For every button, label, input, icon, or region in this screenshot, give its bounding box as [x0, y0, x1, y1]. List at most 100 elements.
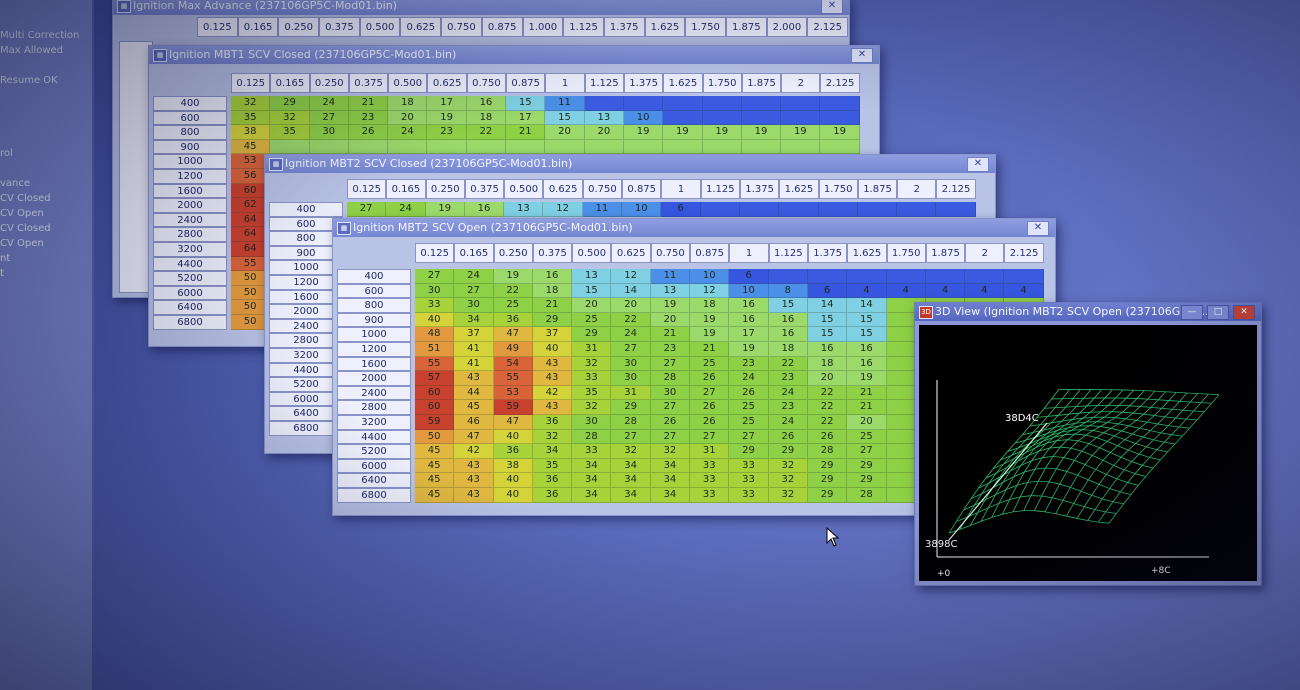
- table-cell[interactable]: 29: [807, 473, 848, 488]
- table-cell[interactable]: 23: [729, 356, 769, 372]
- table-cell[interactable]: 22: [807, 385, 848, 401]
- close-button[interactable]: ✕: [1027, 221, 1049, 236]
- table-cell[interactable]: 57: [415, 371, 455, 386]
- table-cell[interactable]: 6: [661, 202, 701, 217]
- table-cell[interactable]: 22: [807, 400, 848, 415]
- table-cell[interactable]: 47: [493, 327, 533, 342]
- table-cell[interactable]: 50: [415, 429, 455, 445]
- close-button[interactable]: ✕: [967, 157, 989, 172]
- tree-item[interactable]: CV Open: [0, 238, 44, 249]
- table-cell[interactable]: 27: [847, 444, 887, 459]
- tree-item[interactable]: CV Closed: [0, 193, 51, 204]
- table-cell[interactable]: 30: [309, 125, 349, 140]
- table-cell[interactable]: 40: [493, 473, 533, 488]
- table-cell[interactable]: 29: [729, 444, 769, 459]
- table-cell[interactable]: 42: [454, 444, 494, 459]
- table-cell[interactable]: 24: [768, 385, 808, 401]
- table-cell[interactable]: 30: [611, 371, 651, 386]
- table-cell[interactable]: 21: [348, 96, 389, 111]
- table-cell[interactable]: [818, 202, 858, 217]
- table-cell[interactable]: 26: [807, 429, 848, 445]
- table-cell[interactable]: 24: [611, 327, 651, 342]
- table-cell[interactable]: 17: [427, 96, 467, 111]
- table-cell[interactable]: [702, 139, 742, 155]
- table-cell[interactable]: 20: [611, 298, 651, 313]
- table-cell[interactable]: [741, 139, 782, 155]
- table-cell[interactable]: 49: [493, 341, 533, 357]
- table-cell[interactable]: 15: [768, 298, 808, 313]
- table-cell[interactable]: 12: [543, 202, 583, 217]
- table-cell[interactable]: 32: [650, 444, 691, 459]
- table-cell[interactable]: 16: [729, 312, 769, 328]
- table-cell[interactable]: [309, 139, 349, 155]
- table-cell[interactable]: 11: [545, 96, 585, 111]
- table-cell[interactable]: 4: [1004, 283, 1044, 299]
- table-cell[interactable]: 26: [729, 385, 769, 401]
- table-cell[interactable]: 15: [807, 312, 848, 328]
- table-cell[interactable]: 19: [741, 125, 782, 140]
- table-cell[interactable]: 13: [572, 269, 612, 284]
- table-cell[interactable]: 23: [348, 110, 389, 126]
- table-cell[interactable]: [427, 139, 467, 155]
- table-cell[interactable]: 21: [690, 341, 730, 357]
- table-cell[interactable]: 34: [572, 458, 612, 474]
- tree-item[interactable]: t: [0, 268, 4, 279]
- table-cell[interactable]: 34: [650, 458, 691, 474]
- table-cell[interactable]: 19: [781, 125, 821, 140]
- table-cell[interactable]: 19: [493, 269, 533, 284]
- table-cell[interactable]: [820, 110, 860, 126]
- table-cell[interactable]: 28: [807, 444, 848, 459]
- table-cell[interactable]: 46: [454, 414, 494, 430]
- tree-item[interactable]: CV Closed: [0, 223, 51, 234]
- table-cell[interactable]: 40: [532, 341, 573, 357]
- data-grid[interactable]: 27 24 19 16 13 12 11 10 6: [347, 202, 976, 217]
- table-cell[interactable]: 8: [768, 283, 808, 299]
- table-cell[interactable]: [820, 139, 860, 155]
- table-cell[interactable]: [897, 202, 937, 217]
- table-cell[interactable]: 32: [572, 356, 612, 372]
- table-cell[interactable]: 31: [690, 444, 730, 459]
- table-cell[interactable]: 53: [493, 385, 533, 401]
- table-cell[interactable]: 29: [572, 327, 612, 342]
- table-cell[interactable]: 41: [454, 356, 494, 372]
- table-cell[interactable]: 43: [454, 487, 494, 503]
- table-cell[interactable]: 23: [768, 371, 808, 386]
- table-cell[interactable]: 29: [807, 487, 848, 503]
- table-cell[interactable]: 34: [650, 473, 691, 488]
- table-cell[interactable]: 10: [622, 202, 662, 217]
- table-cell[interactable]: 55: [415, 356, 455, 372]
- table-cell[interactable]: 14: [611, 283, 651, 299]
- table-cell[interactable]: 29: [807, 458, 848, 474]
- table-cell[interactable]: 34: [572, 473, 612, 488]
- table-cell[interactable]: 36: [532, 414, 573, 430]
- table-cell[interactable]: 19: [690, 312, 730, 328]
- table-cell[interactable]: 17: [506, 110, 546, 126]
- table-cell[interactable]: 4: [925, 283, 966, 299]
- table-cell[interactable]: 24: [729, 371, 769, 386]
- table-cell[interactable]: 16: [464, 202, 505, 217]
- table-cell[interactable]: 33: [729, 487, 769, 503]
- table-cell[interactable]: 40: [493, 429, 533, 445]
- table-cell[interactable]: 32: [231, 96, 271, 111]
- table-cell[interactable]: 35: [270, 125, 310, 140]
- table-cell[interactable]: 38: [231, 125, 271, 140]
- table-cell[interactable]: 19: [425, 202, 465, 217]
- table-cell[interactable]: 29: [847, 473, 887, 488]
- table-cell[interactable]: 20: [545, 125, 585, 140]
- table-cell[interactable]: 25: [572, 312, 612, 328]
- table-cell[interactable]: 16: [807, 341, 848, 357]
- table-cell[interactable]: 16: [532, 269, 573, 284]
- table-cell[interactable]: [807, 269, 848, 284]
- table-cell[interactable]: 14: [847, 298, 887, 313]
- table-cell[interactable]: 28: [572, 429, 612, 445]
- table-cell[interactable]: 24: [388, 125, 428, 140]
- table-cell[interactable]: [663, 110, 703, 126]
- table-cell[interactable]: 19: [650, 298, 691, 313]
- table-cell[interactable]: 45: [231, 139, 271, 155]
- table-cell[interactable]: 18: [388, 96, 428, 111]
- table-cell[interactable]: 43: [532, 400, 573, 415]
- table-cell[interactable]: 23: [650, 341, 691, 357]
- table-cell[interactable]: 34: [611, 458, 651, 474]
- table-cell[interactable]: 13: [584, 110, 624, 126]
- table-cell[interactable]: [847, 269, 887, 284]
